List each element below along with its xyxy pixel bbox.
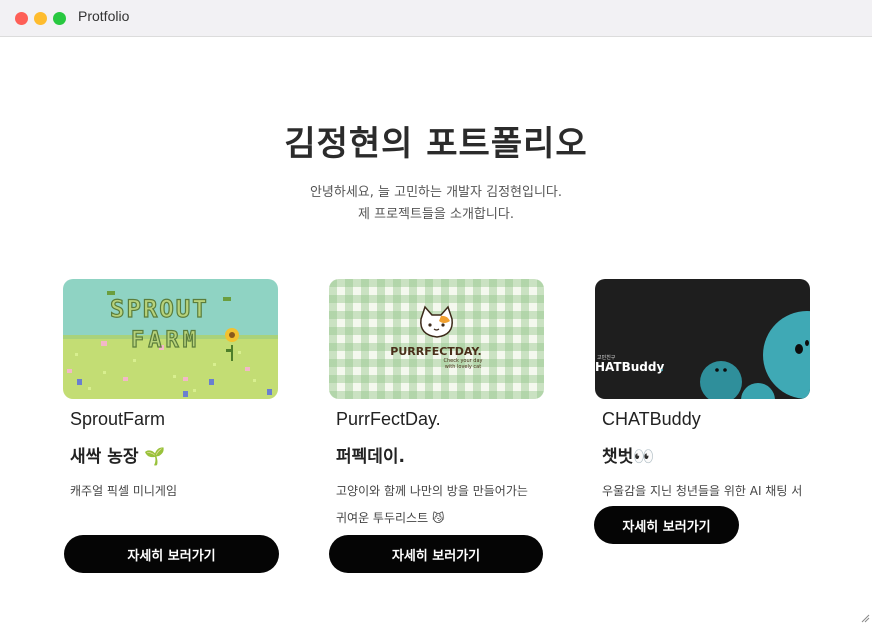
page-content: 김정현의 포트폴리오 안녕하세요, 늘 고민하는 개발자 김정현입니다. 제 프… — [0, 38, 872, 625]
project-card-chatbuddy: 고민친구 HATBuddy CHATBuddy 챗벗👀 우울감을 지닌 청년들을… — [595, 279, 815, 505]
description-line-2: 귀여운 투두리스트 😼 — [336, 505, 548, 532]
project-korean-name: 새싹 농장 🌱 — [70, 442, 283, 467]
purrfectday-thumbnail[interactable]: PURRFECTDAY. Check your day with lovely … — [329, 279, 544, 399]
project-name: SproutFarm — [70, 409, 166, 429]
purrfectday-details-button[interactable]: 자세히 보러가기 — [329, 535, 543, 573]
project-name: CHATBuddy — [602, 409, 701, 429]
chatbuddy-thumb-title: HATBuddy — [595, 360, 664, 374]
description-line-2-text: 귀여운 투두리스트 — [336, 511, 429, 525]
cat-face-icon: 😼 — [431, 511, 445, 525]
sproutfarm-pixel-art: SPROUT FARM — [63, 279, 278, 399]
project-description: 우울감을 지닌 청년들을 위한 AI 채팅 서 — [602, 484, 803, 498]
project-korean-label: 새싹 농장 — [70, 447, 139, 467]
sproutfarm-thumbnail[interactable]: SPROUT FARM — [63, 279, 278, 399]
description-line-1: 고양이와 함께 나만의 방을 만들어가는 — [336, 484, 528, 498]
maximize-window-button[interactable] — [53, 12, 66, 25]
sproutfarm-thumb-title-2: FARM — [131, 328, 200, 353]
intro-line-2: 제 프로젝트들을 소개합니다. — [358, 207, 514, 222]
project-korean-label: 챗벗 — [602, 447, 634, 467]
purrfectday-thumb-title: PURRFECTDAY. — [390, 345, 481, 358]
project-description: 고양이와 함께 나만의 방을 만들어가는 귀여운 투두리스트 😼 — [336, 478, 548, 532]
eyes-icon: 👀 — [633, 447, 655, 467]
purrfectday-thumb-sub-2: with lovely cat — [445, 364, 481, 370]
minimize-window-button[interactable] — [34, 12, 47, 25]
close-window-button[interactable] — [15, 12, 28, 25]
project-description: 캐주얼 픽셀 미니게임 — [70, 484, 177, 498]
cat-icon — [420, 305, 453, 338]
chatbuddy-thumbnail[interactable]: 고민친구 HATBuddy — [595, 279, 810, 399]
project-korean-name: 퍼펙데이. — [336, 447, 406, 467]
project-card-purrfectday: PURRFECTDAY. Check your day with lovely … — [329, 279, 549, 532]
chatbuddy-details-button[interactable]: 자세히 보러가기 — [594, 506, 739, 544]
project-korean-name: 챗벗👀 — [602, 442, 815, 467]
project-card-sproutfarm: SPROUT FARM SproutFarm 새싹 농장 🌱 캐주얼 픽셀 미니… — [63, 279, 283, 505]
sprout-icon: 🌱 — [144, 447, 166, 467]
window-title: Protfolio — [78, 8, 130, 24]
sproutfarm-thumb-title-1: SPROUT — [110, 295, 209, 323]
chatbuddy-art: 고민친구 HATBuddy — [595, 311, 810, 399]
page-title: 김정현의 포트폴리오 — [284, 124, 588, 164]
purrfectday-art: PURRFECTDAY. Check your day with lovely … — [390, 305, 483, 370]
intro-text: 안녕하세요, 늘 고민하는 개발자 김정현입니다. 제 프로젝트들을 소개합니다… — [0, 182, 872, 226]
project-name: PurrFectDay. — [336, 409, 441, 429]
intro-line-1: 안녕하세요, 늘 고민하는 개발자 김정현입니다. — [309, 185, 563, 200]
resize-grip-icon[interactable] — [860, 613, 870, 623]
sproutfarm-details-button[interactable]: 자세히 보러가기 — [64, 535, 279, 573]
window-titlebar: Protfolio — [0, 0, 872, 37]
